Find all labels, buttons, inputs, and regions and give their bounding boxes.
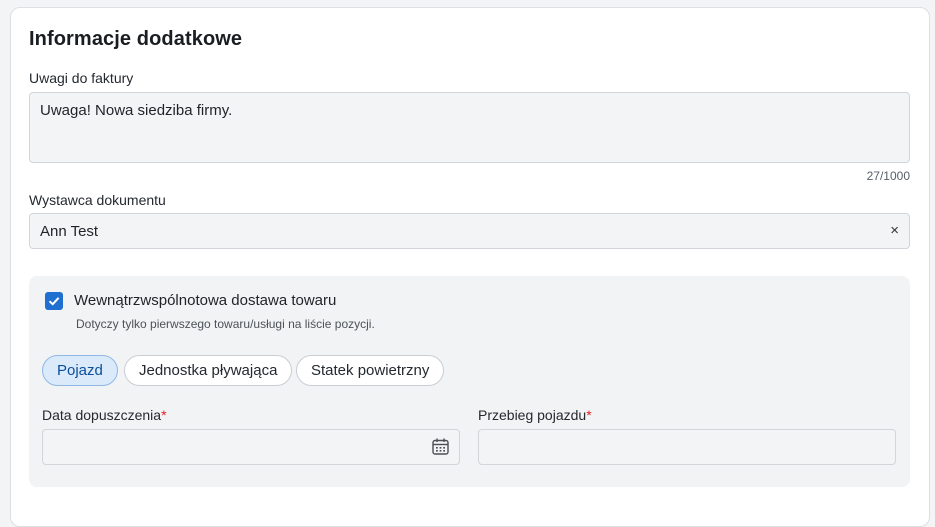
clear-icon[interactable]: × <box>890 222 899 240</box>
intra-eu-label: Wewnątrzwspólnotowa dostawa towaru <box>74 292 337 309</box>
required-mark: * <box>161 407 167 423</box>
checkmark-icon <box>48 297 60 306</box>
chip-aircraft[interactable]: Statek powietrzny <box>296 355 445 386</box>
chip-vehicle[interactable]: Pojazd <box>42 355 118 386</box>
notes-label: Uwagi do faktury <box>29 70 134 86</box>
chip-watercraft[interactable]: Jednostka pływająca <box>124 355 293 386</box>
issuer-value: Ann Test <box>40 223 99 240</box>
admission-date-input[interactable] <box>42 429 460 465</box>
calendar-icon[interactable] <box>431 437 450 456</box>
required-mark: * <box>586 407 592 423</box>
intra-eu-checkbox[interactable] <box>45 292 63 310</box>
mileage-label: Przebieg pojazdu* <box>478 407 592 423</box>
issuer-input[interactable]: Ann Test × <box>29 213 910 249</box>
mileage-label-text: Przebieg pojazdu <box>478 407 587 423</box>
admission-date-label-text: Data dopuszczenia <box>42 407 162 423</box>
admission-date-label: Data dopuszczenia* <box>42 407 167 423</box>
notes-textarea[interactable]: Uwaga! Nowa siedziba firmy. <box>29 92 910 163</box>
additional-info-card: Informacje dodatkowe Uwagi do faktury Uw… <box>10 7 930 527</box>
intra-eu-panel: Wewnątrzwspólnotowa dostawa towaru Dotyc… <box>29 276 910 487</box>
intra-eu-help-text: Dotyczy tylko pierwszego towaru/usługi n… <box>76 317 375 331</box>
section-title: Informacje dodatkowe <box>29 28 243 50</box>
notes-char-counter: 27/1000 <box>866 169 910 183</box>
issuer-label: Wystawca dokumentu <box>29 192 166 208</box>
mileage-input[interactable] <box>478 429 896 465</box>
